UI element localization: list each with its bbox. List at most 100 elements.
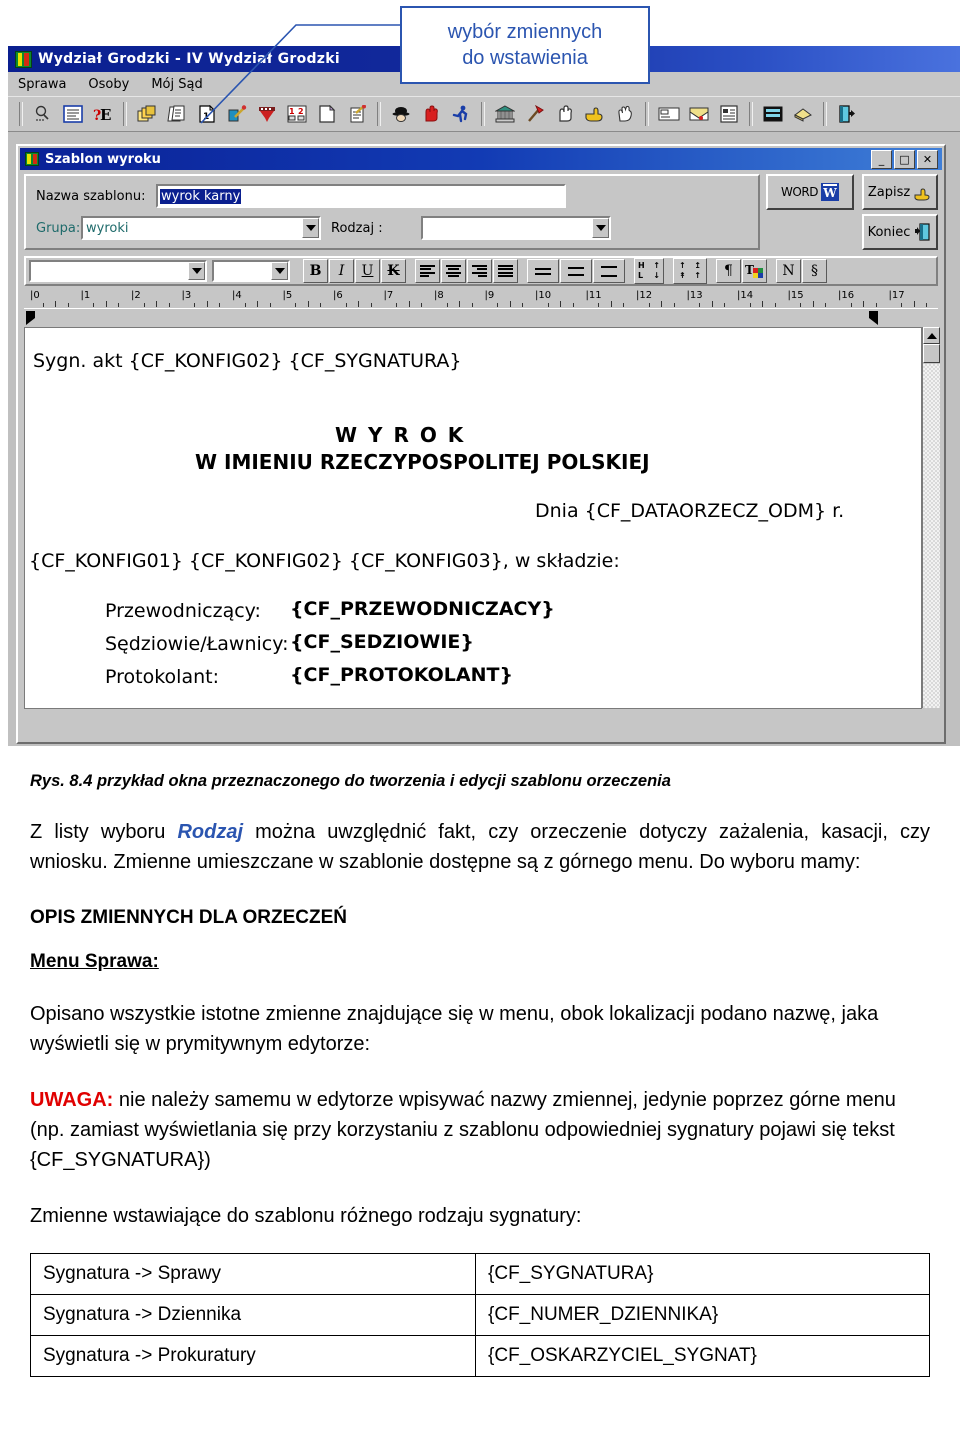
group-label: Grupa:: [36, 221, 81, 236]
line-spacing-double-button[interactable]: [593, 259, 625, 283]
ruler-tick: [800, 303, 802, 307]
line-height-button[interactable]: H ↑ L ↓: [634, 258, 664, 284]
indent-marker-bar[interactable]: [24, 308, 938, 328]
document-canvas[interactable]: Sygn. akt {CF_KONFIG02} {CF_SYGNATURA} W …: [24, 327, 922, 709]
font-family-select[interactable]: [29, 260, 207, 282]
variable-name-cell: {CF_NUMER_DZIENNIKA}: [475, 1294, 930, 1336]
scroll-up-button[interactable]: [923, 327, 940, 344]
ruler-tick: [471, 303, 473, 307]
ruler-tick: [320, 303, 322, 307]
document-line: {CF_KONFIG01} {CF_KONFIG02} {CF_KONFIG03…: [29, 550, 620, 572]
scrollbar-thumb[interactable]: [923, 344, 940, 363]
ruler-tick: [724, 303, 726, 307]
ruler-tick: [459, 301, 461, 307]
align-right-button[interactable]: [467, 259, 492, 283]
font-size-select[interactable]: [212, 260, 290, 282]
document-text-region: Rys. 8.4 przykład okna przeznaczonego do…: [0, 750, 960, 1377]
template-name-value: wyrok karny: [160, 188, 242, 204]
ruler-tick: [572, 303, 574, 307]
template-dialog: Szablon wyroku _ □ ✕ Nazwa szablonu: wyr…: [16, 144, 946, 744]
save-button[interactable]: Zapisz: [862, 174, 938, 210]
dialog-icon: [25, 152, 39, 166]
screenshot-region: wybór zmiennych do wstawienia Wydział Gr…: [0, 0, 960, 750]
horizontal-ruler[interactable]: |0 |1 |2 |3 |4 |5 |6 |7 |8 |9 |10 |11 |12 |13 |14 |15 |1…: [24, 290, 938, 309]
chevron-down-icon[interactable]: [302, 218, 319, 238]
exit-door-icon: [915, 223, 931, 241]
document-line: Przewodniczący:: [105, 600, 261, 622]
ruler-tick-label: |0: [30, 290, 40, 301]
ruler-tick-label: |6: [333, 290, 343, 301]
close-button[interactable]: ✕: [917, 149, 938, 169]
paragraph-opisano: Opisano wszystkie istotne zmienne znajdu…: [30, 1003, 879, 1055]
numbering-button[interactable]: N: [776, 259, 801, 283]
template-name-input[interactable]: wyrok karny: [156, 184, 566, 208]
ruler-tick: [421, 303, 423, 307]
ruler-tick: [598, 303, 600, 307]
scrollbar-track[interactable]: [923, 364, 940, 708]
ruler-tick: [269, 303, 271, 307]
align-center-icon: [446, 265, 461, 277]
document-line: Dnia {CF_DATAORZECZ_ODM} r.: [535, 500, 845, 522]
ruler-tick: [257, 301, 259, 307]
table-row: Sygnatura -> Prokuratury {CF_OSKARZYCIEL_…: [30, 1335, 930, 1377]
align-left-icon: [420, 265, 435, 277]
ruler-tick-label: |1: [80, 290, 91, 301]
ruler-tick: [623, 303, 625, 307]
format-toolbar: B I U K H ↑ L ↓ ↑ ↥ ↟ ↑ ¶ T N §: [24, 256, 938, 286]
section-button[interactable]: §: [802, 259, 827, 283]
bold-button[interactable]: B: [303, 259, 328, 283]
minimize-button[interactable]: _: [871, 149, 892, 169]
ruler-tick: [206, 301, 208, 307]
template-form-panel: Nazwa szablonu: wyrok karny Grupa: wyrok…: [24, 174, 760, 250]
ruler-tick: [547, 303, 549, 307]
variable-location-cell: Sygnatura -> Sprawy: [30, 1253, 476, 1295]
ruler-tick-label: |12: [636, 290, 653, 301]
line-spacing-one-half-button[interactable]: [560, 259, 592, 283]
paragraph-spacing-button[interactable]: ↑ ↥ ↟ ↑: [673, 258, 707, 284]
ruler-tick-label: |5: [282, 290, 293, 301]
rodzaj-emphasis: Rodzaj: [177, 821, 244, 843]
paragraph-zmienne: Zmienne wstawiające do szablonu różnego …: [30, 1205, 582, 1227]
kind-select[interactable]: [421, 216, 611, 240]
align-center-button[interactable]: [441, 259, 466, 283]
underline-button[interactable]: U: [355, 259, 380, 283]
group-select[interactable]: wyroki: [81, 216, 321, 240]
left-indent-marker[interactable]: [26, 311, 35, 325]
ruler-tick: [711, 301, 713, 307]
save-hand-icon: [914, 188, 930, 201]
uwaga-text: nie należy samemu w edytorze wpisywać na…: [30, 1089, 896, 1171]
show-marks-button[interactable]: ¶: [716, 259, 741, 283]
ruler-tick: [648, 303, 650, 307]
chevron-down-icon[interactable]: [271, 262, 288, 280]
ruler-tick-label: |13: [686, 290, 703, 301]
align-justify-button[interactable]: [493, 259, 518, 283]
document-line: Sygn. akt {CF_KONFIG02} {CF_SYGNATURA}: [33, 350, 462, 372]
ruler-tick-label: |14: [737, 290, 754, 301]
maximize-button[interactable]: □: [894, 149, 915, 169]
group-value: wyroki: [86, 220, 129, 236]
chevron-down-icon[interactable]: [592, 218, 609, 238]
ruler-tick: [295, 303, 297, 307]
kind-label: Rodzaj :: [331, 221, 383, 236]
chevron-down-icon[interactable]: [188, 262, 205, 280]
ruler-tick: [307, 301, 309, 307]
strikethrough-button[interactable]: K: [381, 259, 406, 283]
save-button-label: Zapisz: [867, 184, 911, 200]
ruler-tick: [219, 303, 221, 307]
end-button[interactable]: Koniec: [862, 214, 938, 250]
callout-box: wybór zmiennych do wstawienia: [400, 6, 650, 84]
ruler-tick: [358, 301, 360, 307]
line-spacing-single-button[interactable]: [527, 259, 559, 283]
ruler-tick: [850, 303, 852, 307]
right-indent-marker[interactable]: [869, 311, 878, 325]
align-left-button[interactable]: [415, 259, 440, 283]
callout-line-1: wybór zmiennych: [447, 21, 603, 43]
text-color-button[interactable]: T: [742, 259, 767, 283]
ruler-tick: [762, 301, 764, 307]
ruler-tick: [408, 301, 410, 307]
word-button-label: WORD: [781, 185, 818, 199]
word-button[interactable]: WORD: [766, 174, 854, 210]
italic-button[interactable]: I: [329, 259, 354, 283]
vertical-scrollbar[interactable]: [922, 327, 940, 708]
line-spacing-2-icon: [601, 265, 617, 277]
